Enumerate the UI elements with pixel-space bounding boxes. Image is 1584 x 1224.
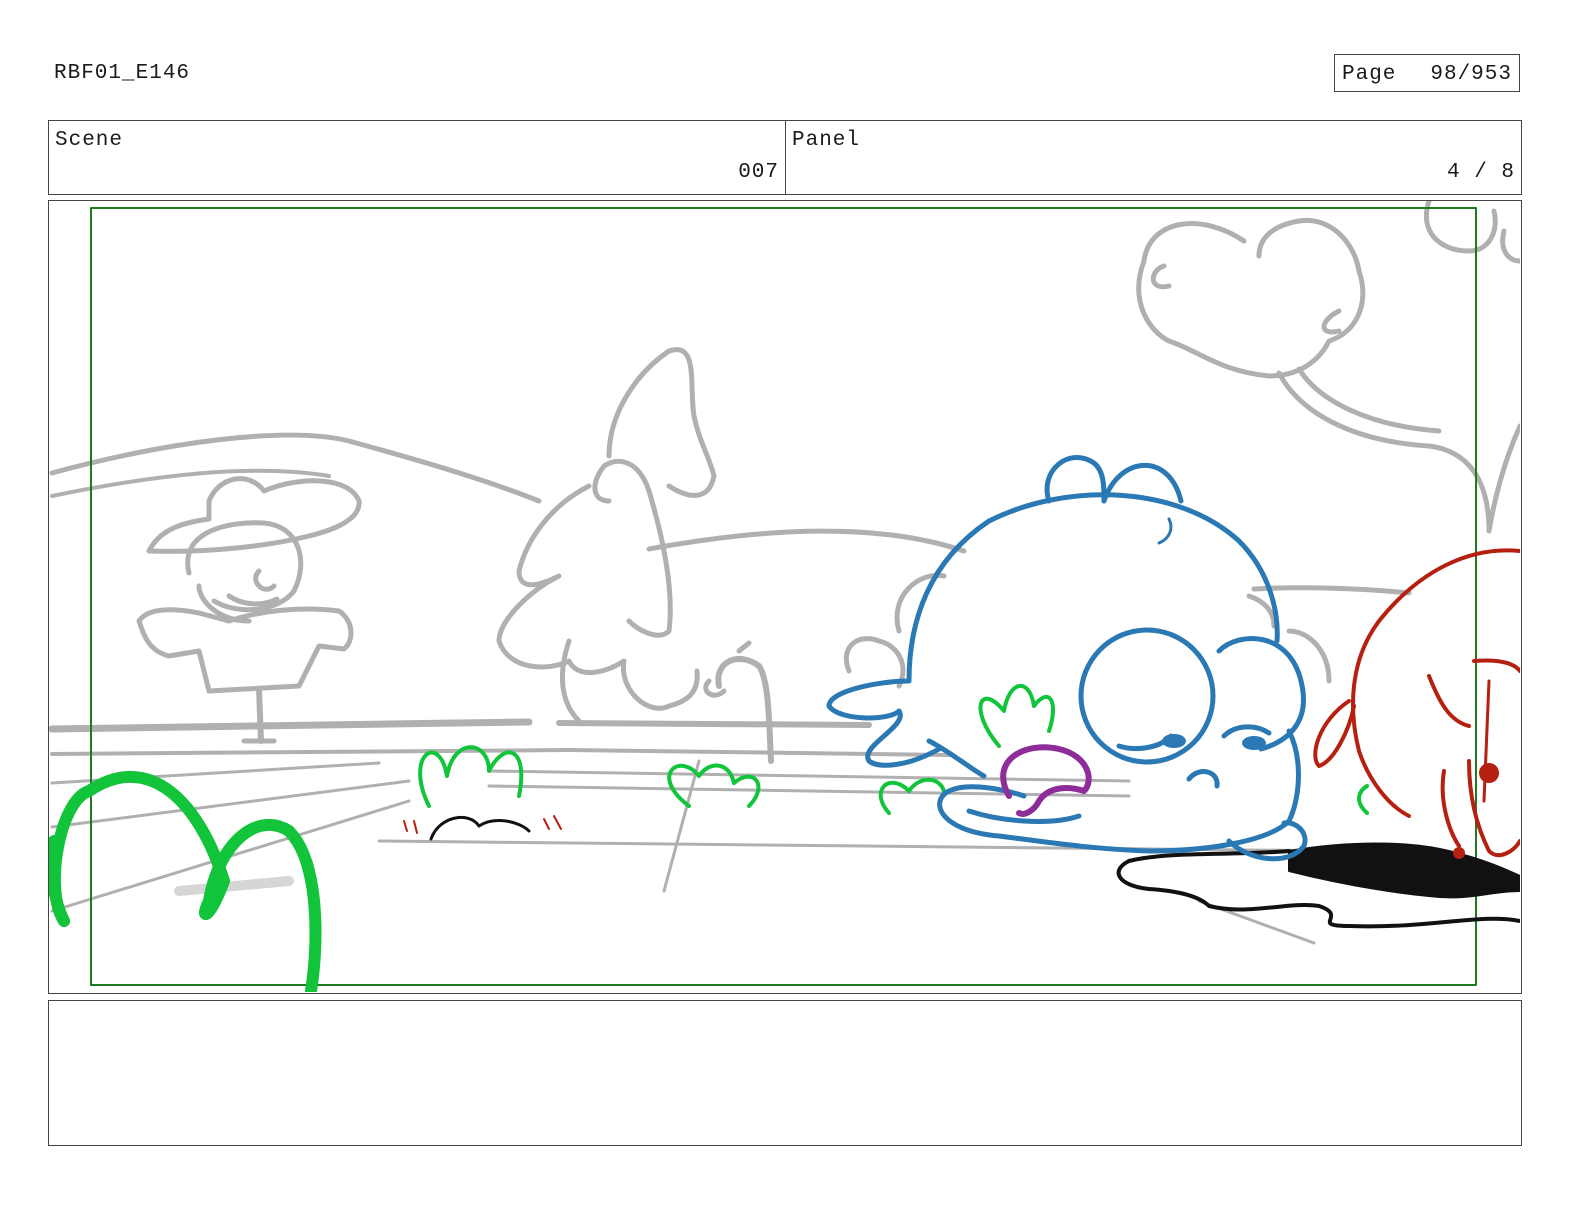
red-creature: [1313, 548, 1520, 858]
faucet-sketch: [703, 640, 774, 764]
page-number: 98/953: [1430, 63, 1512, 86]
scarecrow-sketch: [136, 476, 362, 744]
storyboard-drawing: [49, 201, 1520, 992]
creature-eyes: [1162, 734, 1266, 750]
grass-tufts: [49, 684, 1369, 992]
page-label: Page: [1342, 63, 1397, 86]
ground-marks: [403, 815, 562, 841]
scene-panel-info: Scene 007 Panel 4 / 8: [48, 120, 1522, 195]
panel-value: 4 / 8: [1446, 161, 1515, 184]
tree-sketch: [496, 347, 717, 724]
safe-frame: [90, 207, 1477, 986]
cloud-tree-sketch: [1136, 201, 1520, 534]
page-indicator: Page 98/953: [1334, 54, 1520, 92]
scene-cell: Scene 007: [49, 121, 786, 194]
scene-label: Scene: [55, 129, 124, 152]
panel-cell: Panel 4 / 8: [786, 121, 1521, 194]
storyboard-frame: [48, 200, 1522, 994]
document-id: RBF01_E146: [54, 62, 191, 85]
notes-box: [48, 1000, 1522, 1146]
scene-value: 007: [738, 161, 779, 184]
panel-label: Panel: [792, 129, 861, 152]
